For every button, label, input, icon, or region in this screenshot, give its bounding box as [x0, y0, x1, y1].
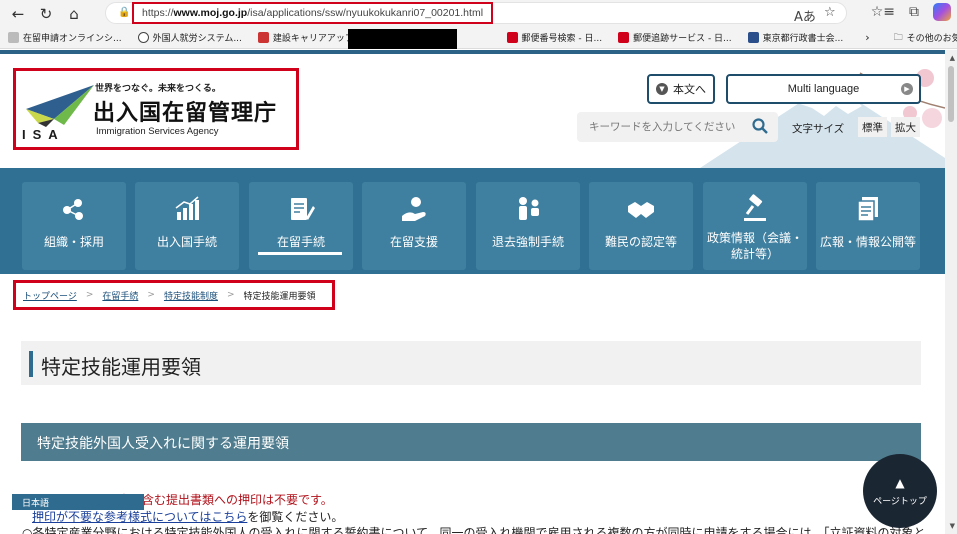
- multi-language-button[interactable]: Multi language ▶: [726, 74, 921, 104]
- redacted-block: [348, 29, 457, 49]
- scroll-down-icon[interactable]: ▼: [950, 522, 955, 530]
- globe-icon: [137, 32, 149, 43]
- read-aloud-icon[interactable]: Aあ: [794, 6, 816, 25]
- breadcrumb-separator: >: [226, 290, 235, 300]
- site-logo[interactable]: ISA 世界をつなぐ。未来をつくる。 出入国在留管理庁 Immigration …: [13, 68, 299, 150]
- bookmark-icon: [747, 32, 759, 43]
- reference-forms-link[interactable]: 押印が不要な参考様式についてはこちら: [32, 510, 247, 524]
- breadcrumb-separator: >: [85, 290, 94, 300]
- people-icon: [519, 197, 539, 220]
- search-icon[interactable]: [752, 118, 768, 134]
- other-favorites[interactable]: 🗀その他のお気に入り: [886, 30, 957, 46]
- bookmark-item[interactable]: 郵便追跡サービス - 日...: [610, 31, 740, 44]
- breadcrumb-residence[interactable]: 在留手続: [102, 289, 138, 302]
- address-bar[interactable]: 🔒 https://www.moj.go.jp/isa/applications…: [105, 2, 847, 25]
- nav-deportation[interactable]: 退去強制手続: [476, 182, 580, 270]
- bookmark-icon: [257, 32, 269, 43]
- extensions-icon[interactable]: ⧉: [909, 4, 919, 20]
- favorite-star-icon[interactable]: ☆: [824, 5, 836, 20]
- site-search: [577, 112, 778, 142]
- scrollbar[interactable]: [945, 50, 957, 534]
- global-nav: 組織・採用 出入国手続 在留手続 在留支援 退去強制手続 難民の認定等 政策情報…: [0, 168, 945, 274]
- copilot-icon[interactable]: [933, 3, 951, 21]
- section-title: 特定技能外国人受入れに関する運用要領: [37, 436, 289, 452]
- document-pen-icon: [291, 198, 315, 220]
- gavel-icon: [744, 194, 766, 221]
- lock-icon: 🔒: [118, 7, 131, 18]
- hand-support-icon: [402, 197, 426, 221]
- jp-post-icon: [618, 32, 630, 43]
- chevron-right-icon[interactable]: ›: [865, 31, 869, 44]
- page-title: 特定技能運用要領: [41, 355, 201, 379]
- breadcrumb-top[interactable]: トップページ: [23, 289, 77, 302]
- breadcrumb-separator: >: [147, 290, 155, 300]
- breadcrumb-ssw[interactable]: 特定技能制度: [164, 289, 218, 302]
- nav-organization[interactable]: 組織・採用: [22, 182, 126, 270]
- site-header: ISA 世界をつなぐ。未来をつくる。 出入国在留管理庁 Immigration …: [0, 50, 945, 168]
- folder-icon: 🗀: [893, 32, 903, 43]
- nav-publicity[interactable]: 広報・情報公開等: [816, 182, 920, 270]
- font-size-label: 文字サイズ: [792, 123, 845, 135]
- scroll-up-icon[interactable]: ▲: [950, 54, 955, 62]
- page-title-box: 特定技能運用要領: [21, 341, 921, 385]
- breadcrumb-current: 特定技能運用要領: [243, 291, 316, 302]
- skip-to-content-button[interactable]: ▼ 本文へ: [647, 74, 715, 104]
- reference-forms-notice: 押印が不要な参考様式についてはこちらを御覧ください。: [32, 510, 344, 524]
- bookmarks-bar: 在留申請オンラインシ... 外国人就労システム... 建設キャリアアップシス..…: [0, 27, 957, 49]
- browser-toolbar: ← ↻ ⌂ 🔒 https://www.moj.go.jp/isa/applic…: [0, 0, 957, 27]
- bookmark-item[interactable]: 東京都行政書士会...: [740, 31, 852, 44]
- nav-immigration[interactable]: 出入国手続: [135, 182, 239, 270]
- section-heading: 特定技能外国人受入れに関する運用要領: [21, 423, 921, 461]
- chevron-right-icon: ▶: [901, 83, 913, 95]
- active-nav-indicator: [258, 252, 342, 255]
- nav-refugee[interactable]: 難民の認定等: [589, 182, 693, 270]
- bookmark-item[interactable]: 郵便番号検索 - 日...: [499, 31, 611, 44]
- seal-notice: 書を含む提出書類への押印は不要です。: [118, 493, 333, 507]
- handshake-icon: [628, 202, 654, 218]
- arrow-up-icon: ▲: [895, 475, 905, 490]
- nav-residence[interactable]: 在留手続: [249, 182, 353, 270]
- bookmark-item[interactable]: 外国人就労システム...: [130, 31, 250, 44]
- paper-plane-logo-icon: [26, 85, 94, 127]
- home-icon[interactable]: ⌂: [60, 2, 88, 26]
- chevron-down-icon: ▼: [656, 83, 668, 95]
- jp-post-icon: [506, 32, 518, 43]
- nav-support[interactable]: 在留支援: [362, 182, 466, 270]
- language-badge[interactable]: 日本語: [12, 494, 144, 510]
- network-icon: [63, 199, 83, 220]
- font-size-large-button[interactable]: 拡大: [891, 117, 920, 137]
- back-icon[interactable]: ←: [4, 2, 32, 26]
- reload-icon[interactable]: ↻: [32, 2, 60, 26]
- documents-icon: [857, 197, 878, 222]
- url-text[interactable]: https://www.moj.go.jp/isa/applications/s…: [132, 2, 494, 24]
- font-size-standard-button[interactable]: 標準: [858, 117, 887, 137]
- pledge-notice: ○各特定産業分野における特定技能外国人の受入れに関する誓約書について、同一の受入…: [22, 526, 926, 534]
- bar-chart-icon: [175, 196, 199, 220]
- search-input[interactable]: [577, 113, 742, 141]
- page-top-button[interactable]: ▲ ページトップ: [863, 454, 937, 528]
- bookmark-icon: [8, 32, 19, 43]
- bookmark-item[interactable]: 在留申請オンラインシ...: [0, 31, 130, 44]
- scrollbar-thumb[interactable]: [948, 66, 954, 122]
- nav-policy[interactable]: 政策情報（会議・ 統計等）: [703, 182, 807, 270]
- favorites-icon[interactable]: ☆≡: [871, 4, 895, 20]
- breadcrumb: トップページ > 在留手続 > 特定技能制度 > 特定技能運用要領: [13, 280, 335, 310]
- page-content: ISA 世界をつなぐ。未来をつくる。 出入国在留管理庁 Immigration …: [0, 50, 957, 534]
